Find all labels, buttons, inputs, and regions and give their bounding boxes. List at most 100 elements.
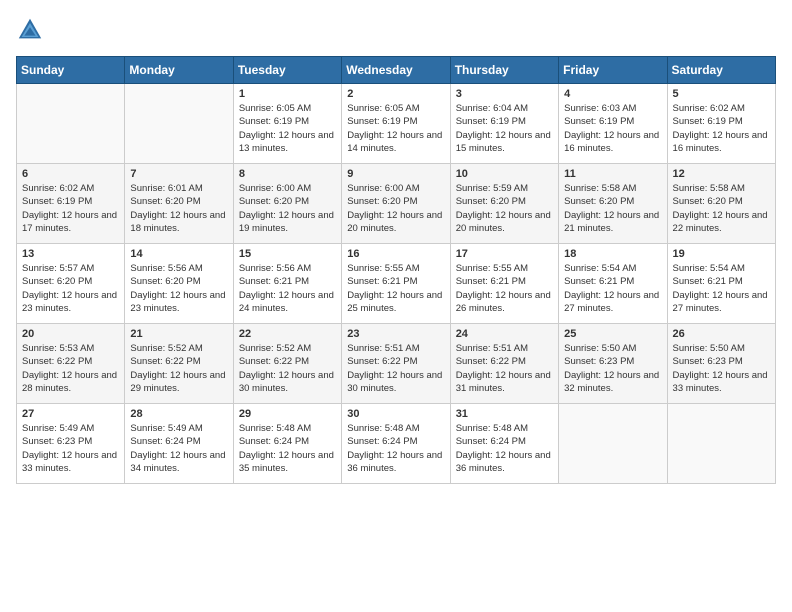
calendar-cell: 25 Sunrise: 5:50 AM Sunset: 6:23 PM Dayli… xyxy=(559,324,667,404)
day-info: Sunrise: 6:01 AM Sunset: 6:20 PM Dayligh… xyxy=(130,182,227,235)
header-monday: Monday xyxy=(125,57,233,84)
day-number: 18 xyxy=(564,248,661,260)
calendar-cell: 2Sunrise: 6:05 AM Sunset: 6:19 PM Daylig… xyxy=(342,84,450,164)
day-number: 17 xyxy=(456,248,553,260)
day-info: Sunrise: 6:03 AM Sunset: 6:19 PM Dayligh… xyxy=(564,102,661,155)
calendar-header-row: SundayMondayTuesdayWednesdayThursdayFrid… xyxy=(17,57,776,84)
day-info: Sunrise: 5:59 AM Sunset: 6:20 PM Dayligh… xyxy=(456,182,553,235)
day-info: Sunrise: 5:50 AM Sunset: 6:23 PM Dayligh… xyxy=(564,342,661,395)
calendar-cell: 10 Sunrise: 5:59 AM Sunset: 6:20 PM Dayli… xyxy=(450,164,558,244)
day-info: Sunrise: 5:56 AM Sunset: 6:21 PM Dayligh… xyxy=(239,262,336,315)
calendar-cell: 31 Sunrise: 5:48 AM Sunset: 6:24 PM Dayli… xyxy=(450,404,558,484)
day-info: Sunrise: 5:52 AM Sunset: 6:22 PM Dayligh… xyxy=(239,342,336,395)
day-number: 4 xyxy=(564,88,661,100)
day-number: 11 xyxy=(564,168,661,180)
day-number: 19 xyxy=(673,248,770,260)
day-number: 5 xyxy=(673,88,770,100)
calendar-cell: 24 Sunrise: 5:51 AM Sunset: 6:22 PM Dayli… xyxy=(450,324,558,404)
calendar-table: SundayMondayTuesdayWednesdayThursdayFrid… xyxy=(16,56,776,484)
day-info: Sunrise: 5:48 AM Sunset: 6:24 PM Dayligh… xyxy=(347,422,444,475)
day-number: 30 xyxy=(347,408,444,420)
calendar-cell xyxy=(125,84,233,164)
logo xyxy=(16,16,48,44)
day-number: 10 xyxy=(456,168,553,180)
day-number: 15 xyxy=(239,248,336,260)
day-info: Sunrise: 5:48 AM Sunset: 6:24 PM Dayligh… xyxy=(456,422,553,475)
calendar-cell: 12 Sunrise: 5:58 AM Sunset: 6:20 PM Dayli… xyxy=(667,164,775,244)
day-number: 12 xyxy=(673,168,770,180)
page-header xyxy=(16,16,776,44)
calendar-cell: 5 Sunrise: 6:02 AM Sunset: 6:19 PM Daylig… xyxy=(667,84,775,164)
day-info: Sunrise: 5:52 AM Sunset: 6:22 PM Dayligh… xyxy=(130,342,227,395)
calendar-cell: 19 Sunrise: 5:54 AM Sunset: 6:21 PM Dayli… xyxy=(667,244,775,324)
header-tuesday: Tuesday xyxy=(233,57,341,84)
day-info: Sunrise: 5:51 AM Sunset: 6:22 PM Dayligh… xyxy=(347,342,444,395)
calendar-cell xyxy=(559,404,667,484)
calendar-cell: 17 Sunrise: 5:55 AM Sunset: 6:21 PM Dayli… xyxy=(450,244,558,324)
day-info: Sunrise: 6:00 AM Sunset: 6:20 PM Dayligh… xyxy=(239,182,336,235)
day-number: 2 xyxy=(347,88,444,100)
calendar-cell: 13 Sunrise: 5:57 AM Sunset: 6:20 PM Dayli… xyxy=(17,244,125,324)
calendar-cell: 28 Sunrise: 5:49 AM Sunset: 6:24 PM Dayli… xyxy=(125,404,233,484)
day-info: Sunrise: 5:51 AM Sunset: 6:22 PM Dayligh… xyxy=(456,342,553,395)
day-info: Sunrise: 5:50 AM Sunset: 6:23 PM Dayligh… xyxy=(673,342,770,395)
day-number: 24 xyxy=(456,328,553,340)
day-info: Sunrise: 5:54 AM Sunset: 6:21 PM Dayligh… xyxy=(564,262,661,315)
day-number: 21 xyxy=(130,328,227,340)
day-info: Sunrise: 5:54 AM Sunset: 6:21 PM Dayligh… xyxy=(673,262,770,315)
header-friday: Friday xyxy=(559,57,667,84)
day-info: Sunrise: 6:04 AM Sunset: 6:19 PM Dayligh… xyxy=(456,102,553,155)
header-sunday: Sunday xyxy=(17,57,125,84)
calendar-cell: 22 Sunrise: 5:52 AM Sunset: 6:22 PM Dayli… xyxy=(233,324,341,404)
day-number: 16 xyxy=(347,248,444,260)
day-info: Sunrise: 6:02 AM Sunset: 6:19 PM Dayligh… xyxy=(22,182,119,235)
calendar-cell xyxy=(667,404,775,484)
calendar-cell: 1Sunrise: 6:05 AM Sunset: 6:19 PM Daylig… xyxy=(233,84,341,164)
day-number: 31 xyxy=(456,408,553,420)
calendar-week-row: 20Sunrise: 5:53 AM Sunset: 6:22 PM Dayli… xyxy=(17,324,776,404)
calendar-cell: 3Sunrise: 6:04 AM Sunset: 6:19 PM Daylig… xyxy=(450,84,558,164)
calendar-week-row: 13 Sunrise: 5:57 AM Sunset: 6:20 PM Dayli… xyxy=(17,244,776,324)
day-number: 7 xyxy=(130,168,227,180)
day-number: 28 xyxy=(130,408,227,420)
calendar-cell: 26 Sunrise: 5:50 AM Sunset: 6:23 PM Dayli… xyxy=(667,324,775,404)
day-info: Sunrise: 5:55 AM Sunset: 6:21 PM Dayligh… xyxy=(456,262,553,315)
day-info: Sunrise: 5:58 AM Sunset: 6:20 PM Dayligh… xyxy=(564,182,661,235)
calendar-cell: 23Sunrise: 5:51 AM Sunset: 6:22 PM Dayli… xyxy=(342,324,450,404)
calendar-week-row: 27Sunrise: 5:49 AM Sunset: 6:23 PM Dayli… xyxy=(17,404,776,484)
calendar-cell xyxy=(17,84,125,164)
calendar-cell: 15 Sunrise: 5:56 AM Sunset: 6:21 PM Dayli… xyxy=(233,244,341,324)
calendar-cell: 20Sunrise: 5:53 AM Sunset: 6:22 PM Dayli… xyxy=(17,324,125,404)
calendar-cell: 27Sunrise: 5:49 AM Sunset: 6:23 PM Dayli… xyxy=(17,404,125,484)
logo-icon xyxy=(16,16,44,44)
calendar-cell: 11 Sunrise: 5:58 AM Sunset: 6:20 PM Dayli… xyxy=(559,164,667,244)
day-info: Sunrise: 5:49 AM Sunset: 6:24 PM Dayligh… xyxy=(130,422,227,475)
day-number: 8 xyxy=(239,168,336,180)
day-number: 25 xyxy=(564,328,661,340)
calendar-cell: 29Sunrise: 5:48 AM Sunset: 6:24 PM Dayli… xyxy=(233,404,341,484)
day-info: Sunrise: 5:49 AM Sunset: 6:23 PM Dayligh… xyxy=(22,422,119,475)
header-saturday: Saturday xyxy=(667,57,775,84)
day-number: 29 xyxy=(239,408,336,420)
calendar-cell: 14 Sunrise: 5:56 AM Sunset: 6:20 PM Dayli… xyxy=(125,244,233,324)
header-thursday: Thursday xyxy=(450,57,558,84)
calendar-cell: 21 Sunrise: 5:52 AM Sunset: 6:22 PM Dayli… xyxy=(125,324,233,404)
day-number: 26 xyxy=(673,328,770,340)
day-info: Sunrise: 5:56 AM Sunset: 6:20 PM Dayligh… xyxy=(130,262,227,315)
day-number: 22 xyxy=(239,328,336,340)
calendar-cell: 4 Sunrise: 6:03 AM Sunset: 6:19 PM Daylig… xyxy=(559,84,667,164)
day-number: 1 xyxy=(239,88,336,100)
day-number: 6 xyxy=(22,168,119,180)
day-info: Sunrise: 6:00 AM Sunset: 6:20 PM Dayligh… xyxy=(347,182,444,235)
calendar-cell: 9Sunrise: 6:00 AM Sunset: 6:20 PM Daylig… xyxy=(342,164,450,244)
calendar-cell: 16 Sunrise: 5:55 AM Sunset: 6:21 PM Dayli… xyxy=(342,244,450,324)
day-number: 14 xyxy=(130,248,227,260)
day-info: Sunrise: 6:02 AM Sunset: 6:19 PM Dayligh… xyxy=(673,102,770,155)
calendar-week-row: 6 Sunrise: 6:02 AM Sunset: 6:19 PM Daylig… xyxy=(17,164,776,244)
day-info: Sunrise: 5:53 AM Sunset: 6:22 PM Dayligh… xyxy=(22,342,119,395)
day-info: Sunrise: 5:57 AM Sunset: 6:20 PM Dayligh… xyxy=(22,262,119,315)
day-info: Sunrise: 5:58 AM Sunset: 6:20 PM Dayligh… xyxy=(673,182,770,235)
day-info: Sunrise: 5:55 AM Sunset: 6:21 PM Dayligh… xyxy=(347,262,444,315)
calendar-cell: 8 Sunrise: 6:00 AM Sunset: 6:20 PM Daylig… xyxy=(233,164,341,244)
day-number: 13 xyxy=(22,248,119,260)
